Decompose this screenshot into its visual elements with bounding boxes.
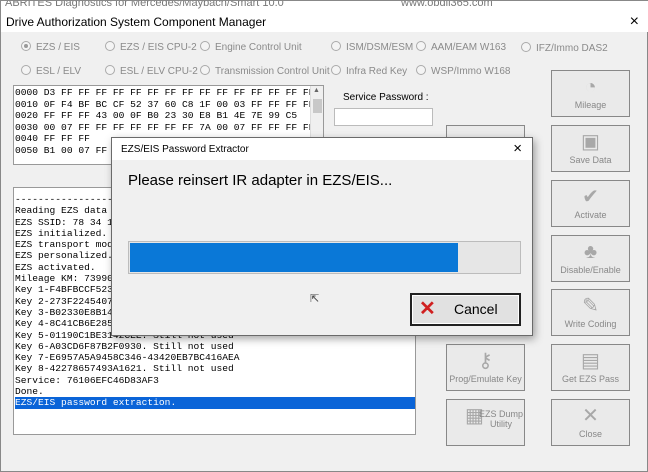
radio-icon [105,65,115,75]
log-line: Key 7-E6957A5A9458C346-43420EB7BC416AEA [15,352,240,364]
progress-bar [128,241,521,274]
service-password-label: Service Password : [343,92,429,103]
option-transmission-control-unit[interactable]: Transmission Control Unit [200,65,330,77]
gauge-icon: ◔ [584,76,597,98]
radio-icon [200,41,210,51]
option-aam-eam-w163[interactable]: AAM/EAM W163 [416,41,506,53]
write-icon: ✎ [582,295,599,317]
hex-line: 0020 FF FF FF 43 00 0F B0 23 30 E8 B1 4E… [15,110,298,121]
option-ezs-eis-cpu2[interactable]: EZS / EIS CPU-2 [105,41,197,53]
main-window: ABRITES Diagnostics for Mercedes/Maybach… [0,0,648,472]
ezs-dump-utility-button[interactable]: ▦ EZS Dump Utility [446,399,525,446]
cancel-button[interactable]: ✕ Cancel [410,293,521,326]
service-password-input[interactable] [334,108,433,126]
scrollbar-thumb[interactable] [313,99,322,113]
disable-enable-button[interactable]: ♣ Disable/Enable [551,235,630,282]
radio-icon [331,41,341,51]
log-line: Key 6-A03CD6F87B2F0930. Still not used [15,340,234,352]
progress-fill [130,243,459,272]
log-line: Done. [15,386,44,398]
cancel-x-icon: ✕ [419,298,436,320]
hex-line: 0010 0F F4 BF BC CF 52 37 60 C8 1F 00 03… [15,98,315,110]
document-icon: ▤ [581,350,600,372]
option-ism-dsm-esm[interactable]: ISM/DSM/ESM [331,41,413,53]
window-title: Drive Authorization System Component Man… [6,15,267,29]
close-icon: ✕ [582,405,599,427]
radio-icon [21,65,31,75]
get-ezs-pass-button[interactable]: ▤ Get EZS Pass [551,344,630,391]
radio-icon [416,41,426,51]
radio-icon [331,65,341,75]
close-button[interactable]: ✕ Close [551,399,630,446]
log-line: Key 8-42278657493A1621. Still not used [15,363,234,375]
check-icon: ✔ [582,186,599,208]
prog-emulate-key-button[interactable]: ⚷ Prog/Emulate Key [446,344,525,391]
option-esl-elv[interactable]: ESL / ELV [21,65,81,77]
window-close-button[interactable]: × [630,12,639,32]
log-line: EZS/EIS password extraction. [15,397,415,409]
option-ezs-eis[interactable]: EZS / EIS [21,41,80,53]
dialog-body: Please reinsert IR adapter in EZS/EIS...… [112,160,532,335]
option-esl-elv-cpu2[interactable]: ESL / ELV CPU-2 [105,65,198,77]
option-infra-red-key[interactable]: Infra Red Key [331,65,407,77]
title-bar: Drive Authorization System Component Man… [1,12,648,32]
write-coding-button[interactable]: ✎ Write Coding [551,289,630,336]
radio-icon [200,65,210,75]
save-data-button[interactable]: ▣ Save Data [551,125,630,172]
hex-line: 0000 D3 FF FF FF FF FF FF FF FF FF FF FF… [15,87,315,98]
activate-button[interactable]: ✔ Activate [551,180,630,227]
log-line: Service: 76106EFC46D83AF3 [15,374,159,386]
save-icon: ▣ [581,131,600,153]
radio-icon [105,41,115,51]
radio-icon [21,41,31,51]
key-fob-icon: ⚷ [478,350,493,372]
radio-icon [416,65,426,75]
option-ifz-immo-das2[interactable]: IFZ/Immo DAS2 [521,42,608,54]
dialog-close-button[interactable]: × [513,138,522,160]
option-wsp-immo-w168[interactable]: WSP/Immo W168 [416,65,510,77]
dialog-title: EZS/EIS Password Extractor [121,144,249,155]
password-extractor-dialog: EZS/EIS Password Extractor × Please rein… [111,137,533,336]
dialog-message: Please reinsert IR adapter in EZS/EIS... [128,172,393,189]
key-icon: ♣ [583,241,598,263]
radio-icon [521,42,531,52]
background-window-title: ABRITES Diagnostics for Mercedes/Maybach… [1,1,648,12]
cancel-label: Cancel [454,301,498,317]
hex-line: 0030 00 07 FF FF FF FF FF FF FF 7A 00 07… [15,121,315,133]
mouse-cursor-icon: ⇱ [310,293,320,305]
mileage-button[interactable]: ◔ Mileage [551,70,630,117]
option-engine-control-unit[interactable]: Engine Control Unit [200,41,302,53]
